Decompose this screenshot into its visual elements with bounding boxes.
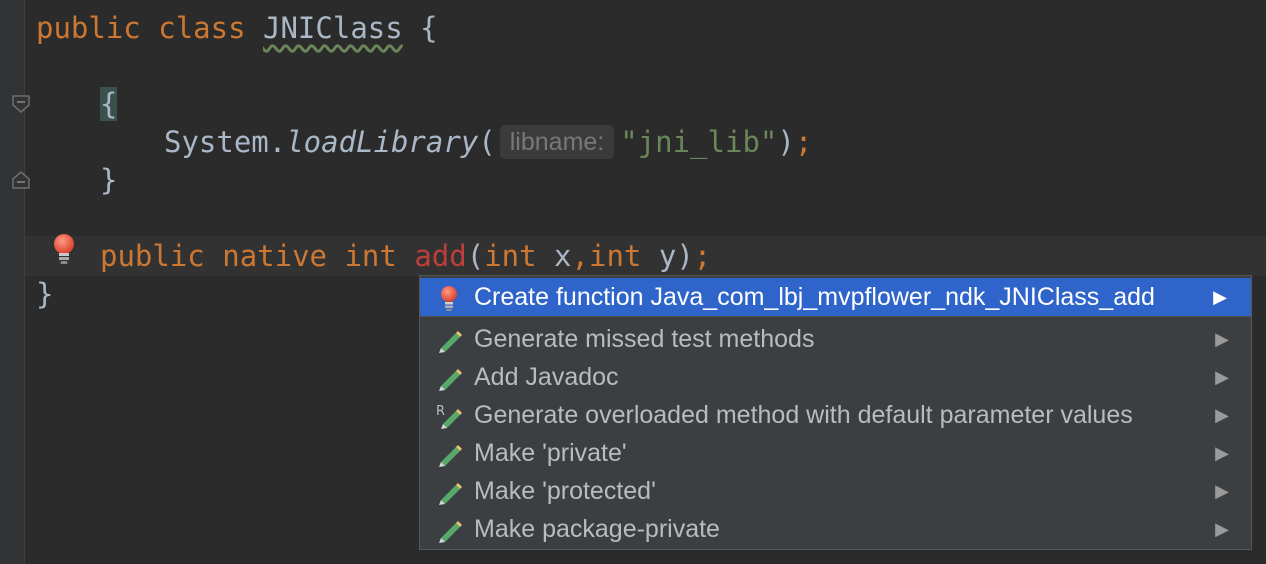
semicolon: ; [693, 239, 712, 273]
intention-item-label: Make 'protected' [474, 477, 656, 505]
fold-open-icon[interactable] [11, 94, 31, 114]
code-line-native-method[interactable]: public native int add(int x,int y); [100, 236, 711, 276]
intention-item-label: Create function Java_com_lbj_mvpflower_n… [474, 283, 1155, 311]
semicolon: ; [794, 125, 813, 159]
intention-item-make-package-private[interactable]: Make package-private ▶ [420, 510, 1251, 548]
code-line-load-library[interactable]: System.loadLibrary(libname: "jni_lib"); [164, 122, 812, 162]
intention-item-generate-test-methods[interactable]: Generate missed test methods ▶ [420, 320, 1251, 358]
lightbulb-error-icon[interactable] [50, 232, 78, 266]
intention-item-make-private[interactable]: Make 'private' ▶ [420, 434, 1251, 472]
pencil-icon [439, 483, 462, 505]
load-library-method[interactable]: loadLibrary [286, 125, 478, 159]
code-line-static-block-close[interactable]: } [100, 160, 117, 200]
pencil-icon [439, 521, 462, 543]
intention-item-generate-overloaded-method[interactable]: R Generate overloaded method with defaul… [420, 396, 1251, 434]
pencil-icon [439, 369, 462, 391]
intention-item-label: Add Javadoc [474, 363, 619, 391]
code-line-class-declaration[interactable]: public class JNIClass { [36, 8, 438, 48]
comma: , [571, 239, 589, 273]
class-name[interactable]: JNIClass [263, 11, 403, 45]
param-y: y [658, 239, 677, 273]
submenu-arrow-icon[interactable]: ▶ [1215, 396, 1229, 434]
parameter-hint: libname: [499, 125, 615, 159]
keyword-int: int [588, 239, 642, 273]
open-paren: ( [478, 125, 496, 159]
popup-separator [420, 316, 1251, 317]
keyword-class: class [158, 11, 246, 45]
code-line-static-block-open[interactable]: { [100, 84, 118, 124]
class-close-brace: } [36, 277, 54, 311]
open-paren: ( [466, 239, 485, 273]
intention-item-label: Generate missed test methods [474, 325, 815, 353]
close-paren: ) [777, 125, 795, 159]
keyword-int: int [484, 239, 537, 273]
submenu-arrow-icon[interactable]: ▶ [1215, 358, 1229, 396]
code-line-class-close[interactable]: } [36, 274, 53, 314]
submenu-arrow-icon[interactable]: ▶ [1213, 278, 1227, 316]
library-name-string[interactable]: "jni_lib" [620, 125, 777, 159]
fold-close-icon[interactable] [11, 170, 31, 190]
static-block-open-brace: { [100, 87, 118, 121]
native-method-name[interactable]: add [414, 239, 466, 273]
param-x: x [554, 239, 572, 273]
submenu-arrow-icon[interactable]: ▶ [1215, 472, 1229, 510]
intention-item-label: Generate overloaded method with default … [474, 401, 1133, 429]
submenu-arrow-icon[interactable]: ▶ [1215, 434, 1229, 472]
editor-gutter [0, 0, 25, 564]
submenu-arrow-icon[interactable]: ▶ [1215, 510, 1229, 548]
keyword-native: native [222, 239, 327, 273]
submenu-arrow-icon[interactable]: ▶ [1215, 320, 1229, 358]
intention-item-make-protected[interactable]: Make 'protected' ▶ [420, 472, 1251, 510]
keyword-int: int [344, 239, 397, 273]
open-brace: { [420, 11, 438, 45]
intention-item-label: Make package-private [474, 515, 720, 543]
system-object: System. [164, 125, 287, 159]
pencil-r-icon: R [436, 404, 462, 429]
svg-text:R: R [436, 404, 445, 419]
intention-actions-popup: Create function Java_com_lbj_mvpflower_n… [419, 275, 1252, 550]
keyword-public: public [100, 239, 205, 273]
pencil-icon [439, 445, 462, 467]
close-paren: ) [676, 239, 694, 273]
pencil-icon [439, 331, 462, 353]
static-block-close-brace: } [100, 163, 118, 197]
lightbulb-error-icon [441, 286, 457, 311]
intention-item-label: Make 'private' [474, 439, 627, 467]
intention-item-create-function[interactable]: Create function Java_com_lbj_mvpflower_n… [420, 278, 1251, 316]
keyword-public: public [36, 11, 141, 45]
intention-item-add-javadoc[interactable]: Add Javadoc ▶ [420, 358, 1251, 396]
